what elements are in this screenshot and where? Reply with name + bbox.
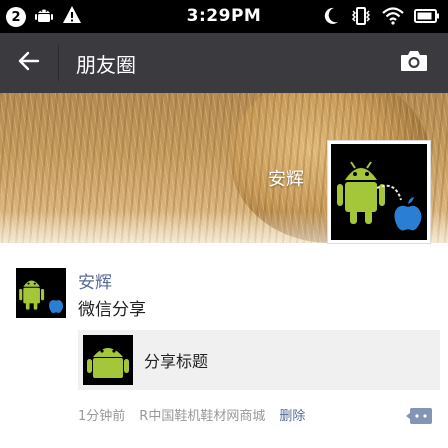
apple-icon — [49, 300, 64, 314]
share-title: 分享标题 — [144, 352, 209, 371]
post-author-avatar[interactable] — [16, 268, 66, 318]
action-bar: 朋友圈 — [0, 33, 448, 93]
share-link-card[interactable]: 分享标题 — [78, 330, 440, 390]
apple-icon — [394, 197, 422, 231]
post-meta: 1分钟前 R中国鞋机鞋材网商城 删除 — [78, 405, 305, 424]
status-bar-right — [322, 6, 440, 30]
action-bar-divider — [58, 45, 59, 81]
moon-icon — [322, 6, 340, 30]
android-icon — [87, 348, 129, 378]
post-time: 1分钟前 — [78, 409, 126, 424]
status-bar: 2 3:29PM — [0, 0, 448, 33]
comment-icon — [406, 406, 434, 430]
profile-avatar-image — [331, 144, 427, 240]
vibrate-icon — [350, 6, 372, 30]
post-text: 微信分享 — [78, 300, 146, 320]
camera-icon — [399, 48, 429, 78]
wifi-icon — [382, 6, 404, 30]
page-title: 朋友圈 — [76, 53, 136, 77]
android-icon — [337, 161, 385, 224]
comment-button[interactable] — [406, 408, 434, 428]
delete-link[interactable]: 删除 — [279, 405, 305, 424]
share-thumbnail — [83, 335, 133, 385]
battery-icon — [414, 6, 440, 30]
feed-item: 安辉 微信分享 分享标题 1分钟前 R中国鞋机鞋材网商城 删除 — [0, 260, 448, 448]
post-source[interactable]: R中国鞋机鞋材网商城 — [139, 405, 265, 424]
back-button[interactable] — [8, 43, 50, 83]
android-icon — [19, 280, 45, 310]
post-author-name[interactable]: 安辉 — [78, 268, 112, 293]
profile-avatar[interactable] — [327, 140, 431, 244]
camera-button[interactable] — [394, 45, 434, 81]
cover-username: 安辉 — [268, 169, 304, 190]
arrow-left-icon — [17, 49, 41, 77]
